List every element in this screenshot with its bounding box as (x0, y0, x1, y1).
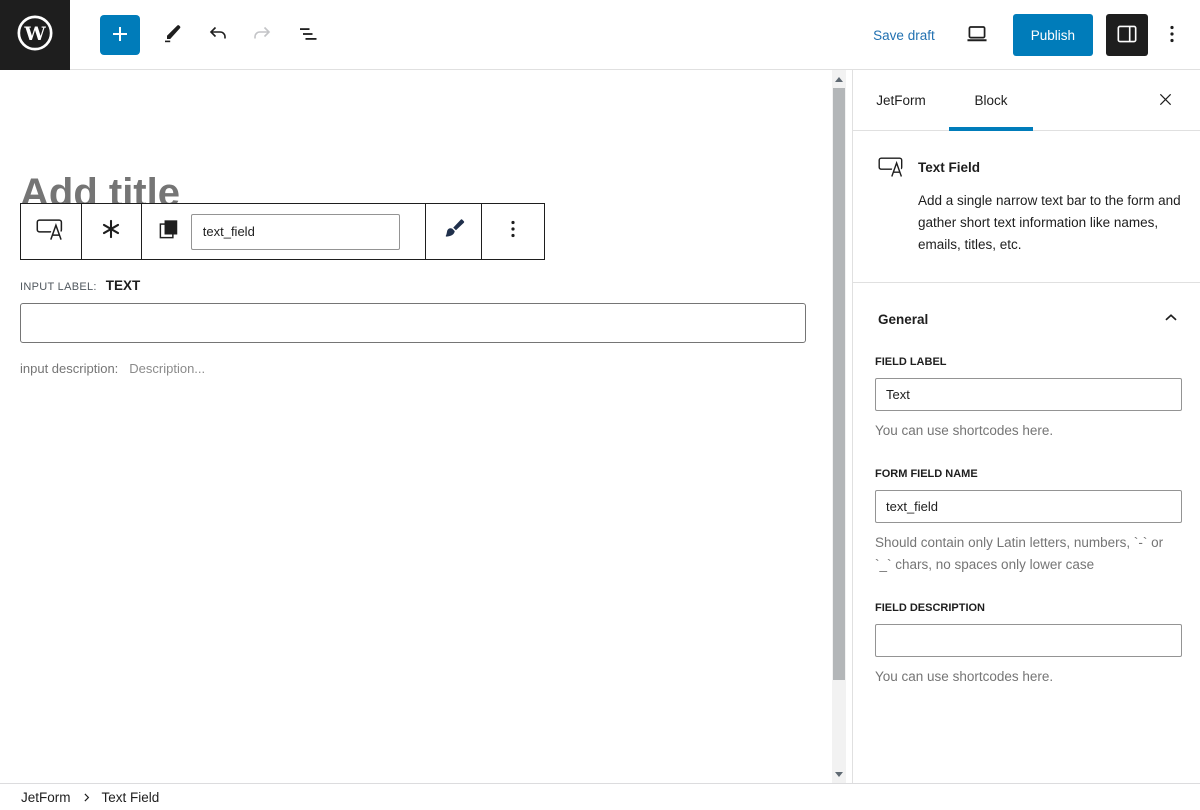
publish-button[interactable]: Publish (1012, 14, 1093, 56)
close-icon (1156, 90, 1175, 112)
sidebar-panel-icon (1114, 21, 1140, 50)
field-description-group: FIELD DESCRIPTION You can use shortcodes… (875, 602, 1182, 688)
transform-block-button[interactable] (81, 204, 142, 259)
wordpress-editor: W Save draft Publish Add title text_fiel… (0, 0, 1200, 810)
laptop-icon (964, 21, 990, 50)
undo-icon (206, 22, 230, 49)
block-type-button[interactable] (21, 204, 82, 259)
field-label-group: FIELD LABEL You can use shortcodes here. (875, 356, 1182, 442)
input-description-placeholder: Description... (129, 361, 206, 376)
field-preview-text-input[interactable] (20, 303, 806, 343)
tab-block[interactable]: Block (949, 70, 1033, 131)
field-description-input[interactable] (875, 624, 1182, 657)
tab-jetform[interactable]: JetForm (859, 70, 943, 130)
copy-stack-icon[interactable] (156, 217, 181, 247)
style-brush-button[interactable] (426, 204, 483, 259)
plus-icon (108, 22, 132, 49)
field-name-toolbar-input[interactable] (190, 213, 400, 250)
form-field-name-label: FORM FIELD NAME (875, 468, 978, 480)
settings-sidebar-toggle-button[interactable] (1106, 14, 1148, 56)
field-description-label: FIELD DESCRIPTION (875, 602, 986, 614)
redo-icon (250, 22, 274, 49)
block-options-button[interactable] (482, 204, 544, 259)
field-preview-description-row: input description: Description... (20, 361, 205, 376)
editor-header: W Save draft Publish (0, 0, 1200, 70)
options-menu-button[interactable] (1158, 14, 1186, 56)
block-card-title: Text Field (918, 159, 981, 175)
pencil-icon (160, 22, 184, 49)
chevron-up-icon (1160, 307, 1182, 332)
list-view-button[interactable] (288, 15, 328, 55)
canvas-scrollbar[interactable] (832, 70, 846, 783)
field-label-label: FIELD LABEL (875, 356, 947, 368)
scroll-down-icon[interactable] (832, 766, 846, 782)
field-label-input[interactable] (875, 378, 1182, 411)
general-panel-toggle[interactable]: General (853, 283, 1200, 352)
wordpress-logo-button[interactable]: W (0, 0, 70, 70)
field-name-toolbar-group (141, 204, 427, 259)
block-toolbar (20, 203, 545, 260)
block-card-description: Add a single narrow text bar to the form… (918, 193, 1181, 252)
tools-button[interactable] (152, 15, 192, 55)
add-block-button[interactable] (100, 15, 140, 55)
breadcrumb-chevron-icon (80, 791, 93, 804)
breadcrumb: JetForm Text Field (0, 783, 1200, 810)
field-preview-label-row: INPUT LABEL: TEXT (20, 278, 140, 293)
form-field-name-input[interactable] (875, 490, 1182, 523)
input-description-prefix: input description: (20, 361, 119, 376)
settings-sidebar: JetForm Block Text Field Add a single na… (852, 70, 1200, 783)
list-view-icon (296, 22, 320, 49)
field-description-help: You can use shortcodes here. (875, 669, 1054, 684)
breadcrumb-jetform[interactable]: JetForm (21, 790, 71, 805)
input-label-value: TEXT (105, 278, 141, 293)
input-label-prefix: INPUT LABEL: (20, 281, 97, 293)
close-sidebar-button[interactable] (1150, 86, 1180, 116)
redo-button[interactable] (242, 15, 282, 55)
block-card: Text Field Add a single narrow text bar … (853, 131, 1200, 283)
paintbrush-icon (441, 216, 467, 247)
form-field-name-group: FORM FIELD NAME Should contain only Lati… (875, 468, 1182, 576)
breadcrumb-text-field[interactable]: Text Field (102, 790, 160, 805)
field-label-help: You can use shortcodes here. (875, 423, 1054, 438)
text-field-block-icon (36, 216, 66, 248)
scroll-up-icon[interactable] (832, 71, 846, 87)
asterisk-icon (98, 216, 124, 247)
preview-button[interactable] (957, 15, 997, 55)
kebab-icon (501, 217, 525, 246)
form-field-name-help: Should contain only Latin letters, numbe… (875, 535, 1164, 572)
save-draft-button[interactable]: Save draft (873, 28, 935, 43)
text-field-block-icon (878, 155, 906, 179)
undo-button[interactable] (198, 15, 238, 55)
editor-canvas: Add title text_field INPUT LABEL: TEXT i… (0, 70, 852, 783)
svg-text:W: W (23, 22, 46, 44)
wordpress-logo-icon: W (16, 14, 54, 57)
kebab-icon (1160, 22, 1184, 49)
header-right-actions: Save draft Publish (873, 0, 1186, 70)
sidebar-tabs: JetForm Block (853, 70, 1200, 131)
general-panel-title: General (878, 312, 929, 327)
general-panel-body: FIELD LABEL You can use shortcodes here.… (853, 352, 1200, 688)
scrollbar-thumb[interactable] (833, 88, 845, 680)
